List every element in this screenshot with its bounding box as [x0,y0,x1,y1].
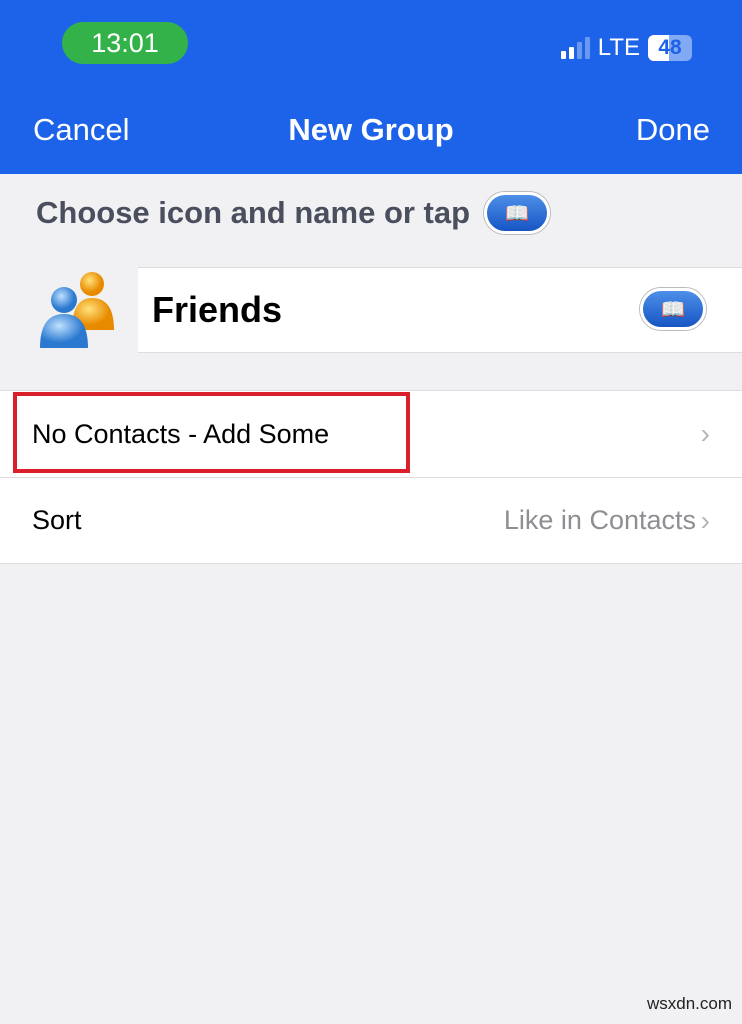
done-button[interactable]: Done [636,112,710,148]
book-icon[interactable]: 📖 [484,192,551,234]
hint-text: Choose icon and name or tap [36,195,471,230]
network-type: LTE [597,34,640,61]
header: 13:01 LTE 48 Cancel New Group Done [0,0,742,174]
sort-row[interactable]: Sort Like in Contacts › [0,477,742,563]
signal-icon [560,37,590,59]
status-indicators: LTE 48 [560,34,692,62]
row-value: Like in Contacts [503,505,696,535]
battery-icon: 48 [648,35,692,61]
highlight-box [13,392,410,473]
people-icon[interactable] [38,268,118,350]
group-name-value: Friends [152,289,283,330]
chevron-right-icon: › [700,418,710,449]
battery-level: 48 [658,36,682,59]
row-label: Sort [32,505,82,535]
hint: Choose icon and name or tap 📖 [36,192,551,234]
watermark: wsxdn.com [646,994,732,1013]
cancel-button[interactable]: Cancel [33,112,130,148]
book-icon[interactable]: 📖 [640,288,706,330]
chevron-right-icon: › [700,504,710,536]
group-name-field[interactable]: Friends 📖 [138,267,742,353]
status-time: 13:01 [62,22,188,64]
